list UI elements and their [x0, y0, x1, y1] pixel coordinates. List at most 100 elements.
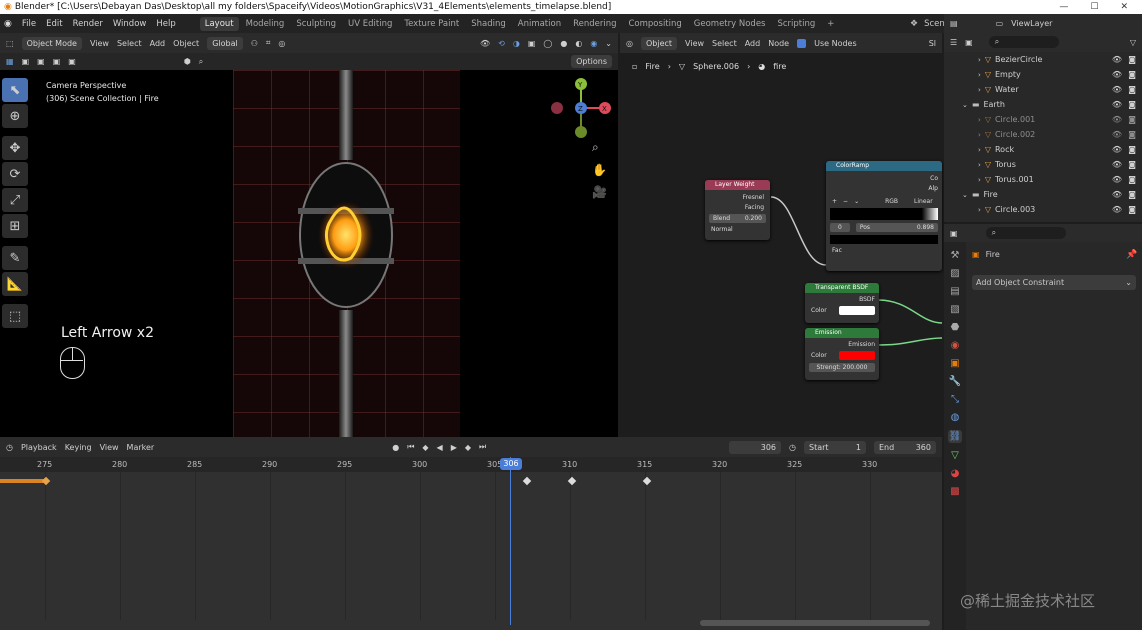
- timeline-ruler[interactable]: 275 280 285 290 295 300 305 310 315 320 325 330: [0, 457, 942, 472]
- render-tab-icon[interactable]: ▨: [950, 268, 959, 279]
- visibility-eye-icon[interactable]: 👁: [1112, 100, 1122, 109]
- color-output[interactable]: Co: [826, 175, 942, 182]
- overlay-toggle-icon[interactable]: ◑: [513, 39, 520, 48]
- world-tab-icon[interactable]: ◉: [951, 340, 960, 351]
- node-menu-select[interactable]: Select: [712, 39, 737, 48]
- node-menu-node[interactable]: Node: [768, 39, 789, 48]
- outliner-item-name[interactable]: Empty: [995, 70, 1021, 79]
- expand-arrow-icon[interactable]: ›: [978, 206, 981, 214]
- outliner-item-name[interactable]: Rock: [995, 145, 1014, 154]
- expand-arrow-icon[interactable]: ⌄: [962, 191, 968, 199]
- properties-search-icon[interactable]: ⌕: [985, 227, 1067, 239]
- filter-icon[interactable]: ▽: [1130, 38, 1136, 47]
- record-button-icon[interactable]: ●: [392, 443, 399, 452]
- ramp-color-mode[interactable]: RGB: [885, 198, 898, 205]
- play-reverse-icon[interactable]: ◀: [437, 443, 443, 452]
- workspace-tab-compositing[interactable]: Compositing: [624, 17, 687, 31]
- editor-type-icon[interactable]: ⬚: [6, 39, 14, 48]
- expand-arrow-icon[interactable]: ⌄: [962, 101, 968, 109]
- render-camera-icon[interactable]: ◙: [1128, 55, 1136, 64]
- viewport-search-icon[interactable]: ⌕: [199, 57, 203, 67]
- shading-rendered-icon[interactable]: ◉: [590, 39, 597, 48]
- expand-arrow-icon[interactable]: ›: [978, 56, 981, 64]
- play-icon[interactable]: ▶: [451, 443, 457, 452]
- expand-arrow-icon[interactable]: ›: [978, 86, 981, 94]
- outliner-row[interactable]: › ▽ Circle.002 👁 ◙: [944, 127, 1142, 142]
- timeline-scrollbar[interactable]: [700, 620, 930, 626]
- workspace-tab-layout[interactable]: Layout: [199, 16, 239, 31]
- visibility-eye-icon[interactable]: 👁: [1112, 70, 1122, 79]
- timeline-type-icon[interactable]: ◷: [6, 443, 13, 452]
- add-object-constraint-dropdown[interactable]: Add Object Constraint ⌄: [972, 275, 1136, 290]
- ramp-remove-icon[interactable]: −: [843, 198, 848, 205]
- texture-tab-icon[interactable]: ▩: [950, 486, 959, 497]
- outliner-item-name[interactable]: Torus: [995, 160, 1016, 169]
- visibility-eye-icon[interactable]: 👁: [1112, 190, 1122, 199]
- render-camera-icon[interactable]: ◙: [1128, 205, 1136, 214]
- tool-tab-icon[interactable]: ⚒: [951, 250, 960, 261]
- timeline-menu-keying[interactable]: Keying: [65, 443, 92, 452]
- node-menu-add[interactable]: Add: [745, 39, 761, 48]
- alpha-output[interactable]: Alp: [826, 185, 942, 192]
- workspace-tab-shading[interactable]: Shading: [466, 17, 511, 31]
- outliner-layers-icon[interactable]: ▤: [950, 19, 958, 28]
- emission-output[interactable]: Emission: [805, 341, 879, 348]
- select-tool-icon[interactable]: ⬉: [2, 78, 28, 102]
- stop-color-swatch[interactable]: [830, 235, 938, 244]
- transparent-color-swatch[interactable]: [838, 306, 875, 315]
- stop-pos-field[interactable]: Pos 0.898: [855, 223, 938, 232]
- bsdf-output[interactable]: BSDF: [805, 296, 879, 303]
- emission-color-swatch[interactable]: [838, 351, 875, 360]
- outliner-row[interactable]: › ▽ Circle.003 👁 ◙: [944, 202, 1142, 217]
- workspace-tab-sculpting[interactable]: Sculpting: [291, 17, 341, 31]
- add-cube-tool-icon[interactable]: ⬚: [2, 304, 28, 328]
- viewport-menu-object[interactable]: Object: [173, 39, 199, 48]
- outliner-row[interactable]: › ▽ BezierCircle 👁 ◙: [944, 52, 1142, 67]
- data-tab-icon[interactable]: ▽: [951, 450, 959, 461]
- expand-arrow-icon[interactable]: ›: [978, 146, 981, 154]
- jump-end-icon[interactable]: ⏭: [479, 442, 486, 452]
- layer-weight-node[interactable]: Layer Weight Fresnel Facing Blend 0.200 …: [705, 180, 770, 240]
- material-tab-icon[interactable]: ◕: [951, 468, 960, 479]
- maximize-icon[interactable]: ☐: [1090, 2, 1098, 12]
- pin-icon[interactable]: 📌: [1126, 250, 1137, 260]
- annotate-tool-icon[interactable]: ✎: [2, 246, 28, 270]
- view-layer-name[interactable]: ViewLayer: [1011, 19, 1052, 28]
- output-tab-icon[interactable]: ▤: [950, 286, 959, 297]
- timeline-menu-playback[interactable]: Playback: [21, 443, 57, 452]
- pan-hand-icon[interactable]: ✋: [592, 163, 607, 177]
- outliner-row[interactable]: ⌄ ▬ Fire 👁 ◙: [944, 187, 1142, 202]
- playhead-line[interactable]: [510, 457, 511, 625]
- workspace-tab-scripting[interactable]: Scripting: [772, 17, 820, 31]
- proportional-edit-icon[interactable]: ◎: [278, 39, 285, 48]
- expand-arrow-icon[interactable]: ›: [978, 116, 981, 124]
- select-box-icon[interactable]: ▦: [6, 57, 14, 66]
- ramp-interpolation[interactable]: Linear: [914, 198, 933, 205]
- ramp-add-icon[interactable]: +: [832, 198, 837, 205]
- visibility-eye-icon[interactable]: 👁: [1112, 160, 1122, 169]
- outliner-search-icon[interactable]: ⌕: [988, 36, 1060, 48]
- workspace-tab-rendering[interactable]: Rendering: [568, 17, 621, 31]
- fresnel-output[interactable]: Fresnel: [705, 194, 770, 201]
- outliner-item-name[interactable]: Circle.001: [995, 115, 1035, 124]
- viewport-menu-view[interactable]: View: [90, 39, 109, 48]
- viewport-menu-select[interactable]: Select: [117, 39, 142, 48]
- stop-index-field[interactable]: 0: [830, 223, 850, 232]
- expand-arrow-icon[interactable]: ›: [978, 161, 981, 169]
- render-camera-icon[interactable]: ◙: [1128, 70, 1136, 79]
- render-camera-icon[interactable]: ◙: [1128, 160, 1136, 169]
- visibility-eye-icon[interactable]: 👁: [1112, 115, 1122, 124]
- render-camera-icon[interactable]: ◙: [1128, 175, 1136, 184]
- outliner-item-name[interactable]: Circle.002: [995, 130, 1035, 139]
- move-tool-icon[interactable]: ✥: [2, 136, 28, 160]
- menu-edit[interactable]: Edit: [46, 19, 62, 29]
- preview-range-icon[interactable]: ◷: [789, 443, 796, 452]
- pivot-icon[interactable]: ⚇: [251, 39, 258, 48]
- physics-tab-icon[interactable]: ◍: [951, 412, 960, 423]
- fac-input[interactable]: Fac: [826, 247, 942, 254]
- normal-input[interactable]: Normal: [705, 226, 770, 233]
- outliner-row[interactable]: › ▽ Empty 👁 ◙: [944, 67, 1142, 82]
- expand-arrow-icon[interactable]: ›: [978, 131, 981, 139]
- add-workspace-icon[interactable]: +: [822, 17, 839, 31]
- outliner-type-icon[interactable]: ☰: [950, 38, 957, 47]
